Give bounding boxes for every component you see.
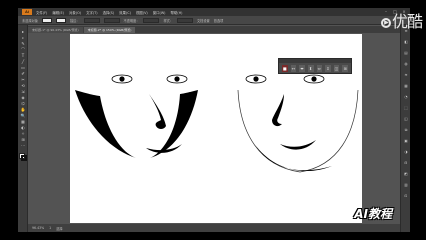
document-tabs: 未标题-1* @ 96.43% (RGB/预览) 未标题-2* @ 150% (… [28,26,400,33]
tool-button[interactable]: ╱ [19,59,27,64]
right-face-jaw-shadow [256,146,332,172]
opacity-label: 不透明度： [123,18,140,23]
menu-object[interactable]: 对象(O) [69,10,81,15]
stroke-label: 描边： [69,18,80,23]
align-panel: ■ ↔ ⬌ ⬍ ⇔ ⇕ ◫ ⊞ [278,58,352,74]
fill-swatch[interactable] [41,17,52,23]
tool-button[interactable]: ⇲ [19,89,27,94]
align-option-icon[interactable]: ↔ [290,65,297,72]
align-option-icon[interactable]: ⇕ [325,65,331,72]
tool-button[interactable]: ⌬ [19,101,27,106]
menu-view[interactable]: 视图(V) [136,10,148,15]
tool-button[interactable]: ✧ [19,131,27,136]
panel-dock-icon[interactable]: ▦ [402,84,410,89]
stroke-swatch-icon[interactable] [21,155,27,161]
left-face-left-jaw [75,90,136,158]
right-face-left-pupil [253,76,259,82]
tool-button[interactable]: ⊞ [19,137,27,142]
panel-dock-icon[interactable]: ◩ [402,172,410,177]
tool-button[interactable]: T [19,53,27,58]
right-face[interactable] [237,74,359,173]
align-option-icon[interactable]: ⬍ [307,65,314,72]
menu-type[interactable]: 文字(T) [86,10,98,15]
panel-dock-icon[interactable]: ⧉ [402,128,410,133]
right-face-mouth [280,140,316,150]
left-face[interactable] [75,74,198,158]
style-field[interactable] [177,17,193,23]
opacity-field[interactable] [143,17,160,23]
play-icon: ▶ [380,17,391,28]
stroke-weight-field[interactable] [83,17,100,23]
tool-button[interactable]: ✂ [19,77,27,82]
panel-dock-icon[interactable]: ⊟ [402,161,410,166]
stroke-swatch[interactable] [55,17,66,23]
panel-dock-icon[interactable]: ▤ [402,51,410,56]
panel-dock-icon[interactable]: ◍ [402,62,410,67]
current-tool: 选择 [56,226,63,231]
illustrator-window: Ai 文件(F) 编辑(E) 对象(O) 文字(T) 选择(S) 效果(C) 视… [18,8,410,232]
tool-button[interactable]: ✎ [19,41,27,46]
right-face-right-pupil [311,76,317,82]
tool-button[interactable]: ▹ [19,35,27,40]
selection-status: 未选择对象 [22,18,38,23]
brand-text: 优酷 [391,12,423,31]
align-option-icon[interactable]: ⬌ [299,65,305,72]
status-bar: 96.43% 1 选择 [28,224,400,232]
menu-effect[interactable]: 效果(C) [119,10,131,15]
menu-help[interactable]: 帮助(H) [171,10,183,15]
panel-icons: ■ ↔ ⬌ ⬍ ⇔ ⇕ ◫ ⊞ [279,63,351,74]
left-face-right-pupil [174,76,180,82]
panel-dock-icon[interactable]: ▣ [402,139,410,144]
left-face-left-pupil [119,76,125,82]
preferences-button[interactable]: 首选项 [214,18,224,23]
menu-file[interactable]: 文件(F) [36,10,47,15]
menu-select[interactable]: 选择(S) [103,10,115,15]
tool-button[interactable]: ✋ [19,107,27,112]
align-option-icon[interactable]: ⇔ [316,65,323,72]
brush-definition-field[interactable] [103,17,120,23]
control-bar: 未选择对象 描边： 不透明度： 样式： 文档设置 首选项 [18,16,410,25]
panel-dock-icon[interactable]: ◑ [402,150,410,155]
youku-watermark: ▶ 优酷 [380,8,423,32]
tools-panel: ▸ ▹ ✎ ⌒ T ╱ ▭ ✐ ✂ ⟲ ⇲ ◈ ⌬ ✋ 🔍 ▦ ◐ ✧ ⊞ ⋯ [18,25,28,232]
align-option-icon[interactable]: ■ [282,65,288,72]
tool-button[interactable]: ▭ [19,65,27,70]
app-logo: Ai [22,9,32,15]
menu-window[interactable]: 窗口(W) [153,10,166,15]
align-option-icon[interactable]: ◫ [333,65,340,72]
page-number[interactable]: 1 [49,226,51,230]
tool-button[interactable]: ◐ [19,125,27,130]
tool-button[interactable]: ⌒ [19,47,27,52]
panel-dock-icon[interactable]: ◔ [402,95,410,100]
panel-dock-icon[interactable]: ◫ [402,117,410,122]
tool-button[interactable]: ◈ [19,95,27,100]
tool-button[interactable]: 🔍 [19,113,27,118]
panel-dock-icon[interactable]: ◧ [402,40,410,45]
fill-stroke-swatches[interactable] [19,153,27,161]
tutorial-title: AI教程 [354,207,392,221]
tool-button[interactable]: ⟲ [19,83,27,88]
right-face-nose [272,94,284,127]
menu-edit[interactable]: 编辑(E) [52,10,64,15]
right-face-outline [237,89,359,173]
tool-button[interactable]: ▦ [19,119,27,124]
panel-dock: ≡ ◧ ▤ ◍ ≋ ▦ ◔ ⬚ ◫ ⧉ ▣ ◑ ⊟ ◩ ▥ ⊡ [400,25,410,232]
align-option-icon[interactable]: ⊞ [342,65,348,72]
panel-dock-icon[interactable]: ≋ [402,73,410,78]
style-label: 样式： [163,18,173,23]
tool-button[interactable]: ✐ [19,71,27,76]
tool-button[interactable]: ▸ [19,29,27,34]
zoom-level[interactable]: 96.43% [32,226,44,230]
video-frame: Ai 文件(F) 编辑(E) 对象(O) 文字(T) 选择(S) 效果(C) 视… [0,0,426,240]
tool-button[interactable]: ⋯ [19,143,27,148]
left-face-nose [149,94,166,129]
menu-bar: Ai 文件(F) 编辑(E) 对象(O) 文字(T) 选择(S) 效果(C) 视… [18,8,410,16]
panel-dock-icon[interactable]: ⬚ [402,106,410,111]
panel-dock-icon[interactable]: ▥ [402,183,410,188]
doc-setup-button[interactable]: 文档设置 [197,18,210,23]
panel-dock-icon[interactable]: ⊡ [402,194,410,199]
